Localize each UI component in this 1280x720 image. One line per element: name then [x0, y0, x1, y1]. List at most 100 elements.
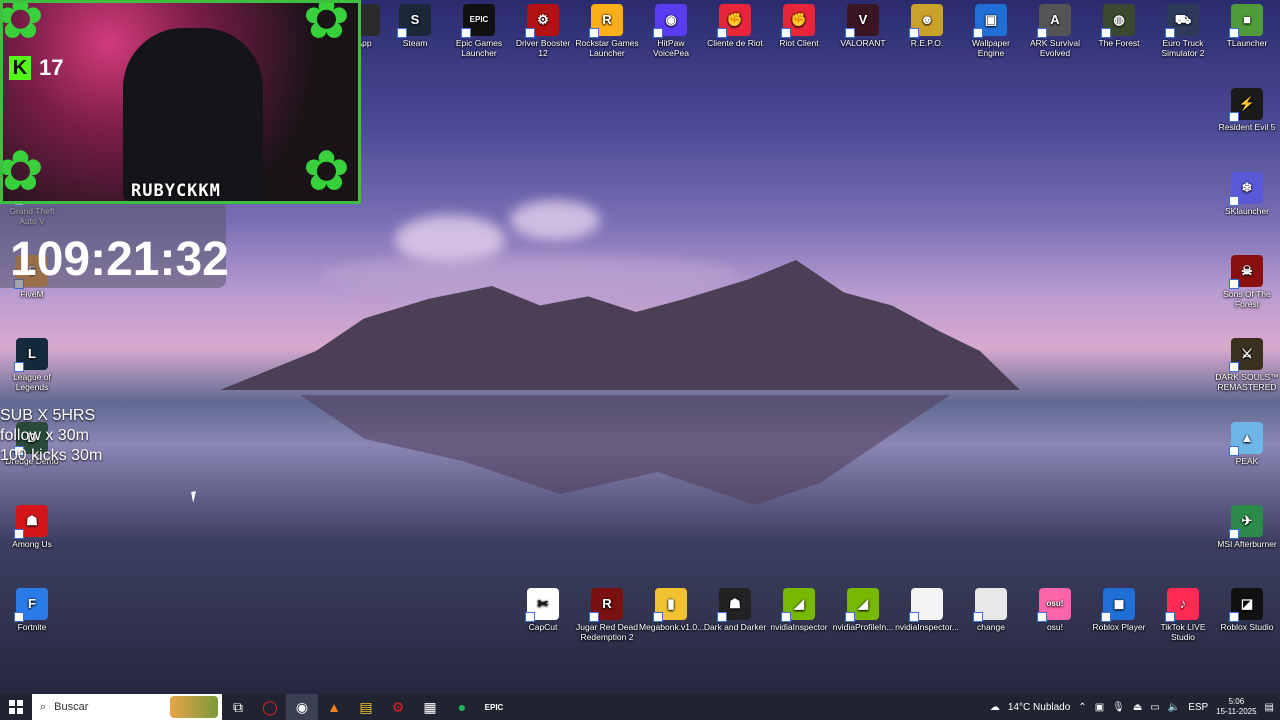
desktop-icon-label: Steam — [402, 38, 428, 48]
kick-count-value: 17 — [39, 55, 64, 80]
desktop-icon-label: TikTok LIVE Studio — [1160, 622, 1206, 642]
peak-icon: ▲ — [1229, 422, 1263, 456]
desktop-icon-roblox-studio[interactable]: ◪ Roblox Studio — [1215, 588, 1279, 632]
task-view-icon[interactable]: ⧉ — [222, 694, 254, 720]
desktop-icon-driver-booster-12[interactable]: ⚙ Driver Booster 12 — [511, 4, 575, 58]
desktop-icon-label: nvidiaInspector... — [895, 622, 959, 632]
webcam-overlay: ✿ ✿ ✿ ✿ K 17 RUBYCKKM — [0, 0, 361, 204]
desktop-icon-label: Fortnite — [17, 622, 47, 632]
streamer-silhouette — [123, 28, 263, 201]
desktop-icon-msi-afterburner[interactable]: ✈ MSI Afterburner — [1215, 505, 1279, 549]
desktop-icon-the-forest[interactable]: ◍ The Forest — [1087, 4, 1151, 48]
desktop-icon-label: Dark and Darker — [703, 622, 767, 632]
epic-games-icon[interactable]: EPIC — [478, 694, 510, 720]
clock[interactable]: 5:06 15-11-2025 — [1216, 697, 1256, 717]
desktop-icon-capcut[interactable]: ✂ CapCut — [511, 588, 575, 632]
desktop-icon-epic-games-launcher[interactable]: EPIC Epic Games Launcher — [447, 4, 511, 58]
desktop-icon-label: Megabonk.v1.0... — [639, 622, 705, 632]
desktop-icon-cliente-de-riot[interactable]: ✊ Cliente de Riot — [703, 4, 767, 48]
desktop-icon-label: Jugar Red Dead Redemption 2 — [576, 622, 638, 642]
usb-icon[interactable]: ⏏ — [1133, 702, 1142, 713]
desktop-icon-hitpaw-voicepea[interactable]: ◉ HitPaw VoicePea — [639, 4, 703, 58]
desktop-icon-euro-truck-simulator-2[interactable]: ⛟ Euro Truck Simulator 2 — [1151, 4, 1215, 58]
language-indicator[interactable]: ESP — [1188, 702, 1208, 713]
desktop-icon-r-e-p-o[interactable]: ☻ R.E.P.O. — [895, 4, 959, 48]
desktop-icon-among-us[interactable]: ☗ Among Us — [0, 505, 64, 549]
app-a-icon[interactable]: ▲ — [318, 694, 350, 720]
tiktok-live-studio-icon: ♪ — [1165, 588, 1199, 622]
desktop-icon-megabonk-v1-0[interactable]: ▮ Megabonk.v1.0... — [639, 588, 705, 632]
desktop-icon-resident-evil-5[interactable]: ⚡ Resident Evil 5 — [1215, 88, 1279, 132]
microphone-icon[interactable]: 🎙 — [1112, 702, 1125, 713]
desktop-icon-nvidiainspector[interactable]: ◢ nvidiaInspector — [767, 588, 831, 632]
msi-afterburner-icon: ✈ — [1229, 505, 1263, 539]
desktop-icon-fortnite[interactable]: F Fortnite — [0, 588, 64, 632]
driver-booster-12-icon: ⚙ — [525, 4, 559, 38]
desktop-icon-change[interactable]: change — [959, 588, 1023, 632]
taskbar: ⌕ Buscar ⧉ ◯ ◉ ▲ ▤ ⚙ ▦ ● EPIC ☁ 14°C Nub… — [0, 694, 1280, 720]
desktop-icon-valorant[interactable]: V VALORANT — [831, 4, 895, 48]
desktop-icon-tlauncher[interactable]: ■ TLauncher — [1215, 4, 1279, 48]
kick-viewer-count: K 17 — [9, 55, 63, 81]
desktop-icon-label: Epic Games Launcher — [455, 38, 503, 58]
desktop: App S Steam EPIC Epic Games Launcher ⚙ Driver … — [0, 0, 1280, 694]
r-e-p-o-icon: ☻ — [909, 4, 943, 38]
start-button[interactable] — [0, 694, 32, 720]
desktop-icon-sklauncher[interactable]: ❄ SKlauncher — [1215, 172, 1279, 216]
resident-evil-5-icon: ⚡ — [1229, 88, 1263, 122]
obs-icon[interactable]: ◉ — [286, 694, 318, 720]
search-placeholder: Buscar — [54, 701, 89, 713]
system-tray: ☁ 14°C Nublado ⌃ ▣ 🎙 ⏏ ▭ 🔈 ESP 5:06 15-1… — [990, 694, 1280, 720]
desktop-icon-nvidiaprofilein[interactable]: ◢ nvidiaProfileIn... — [831, 588, 895, 632]
roblox-studio-icon: ◪ — [1229, 588, 1263, 622]
leaf-icon: ✿ — [0, 139, 44, 202]
desktop-icon-dark-souls-remastered[interactable]: ⚔ DARK SOULS™ REMASTERED — [1215, 338, 1279, 392]
ark-survival-evolved-icon: A — [1037, 4, 1071, 38]
desktop-icon-label: SKlauncher — [1225, 206, 1269, 216]
windows-logo-icon — [9, 700, 23, 714]
subathon-goals: SUB X 5HRS follow x 30m 100 kicks 30m — [0, 406, 102, 466]
desktop-icon-riot-client[interactable]: ✊ Riot Client — [767, 4, 831, 48]
desktop-icon-label: Euro Truck Simulator 2 — [1161, 38, 1205, 58]
desktop-icon-tiktok-live-studio[interactable]: ♪ TikTok LIVE Studio — [1151, 588, 1215, 642]
cloud — [320, 255, 740, 295]
desktop-icon-label: The Forest — [1098, 38, 1140, 48]
desktop-icon-label: Wallpaper Engine — [972, 38, 1010, 58]
taskbar-search[interactable]: ⌕ Buscar — [32, 694, 222, 720]
spotify-icon[interactable]: ● — [446, 694, 478, 720]
desktop-icon-label: Among Us — [12, 539, 52, 549]
desktop-icon-steam[interactable]: S Steam — [383, 4, 447, 48]
desktop-icon-sons-of-the-forest[interactable]: ☠ Sons Of The Forest — [1215, 255, 1279, 309]
desktop-icon-jugar-red-dead-redemption-2[interactable]: R Jugar Red Dead Redemption 2 — [575, 588, 639, 642]
chevron-up-icon[interactable]: ⌃ — [1078, 702, 1086, 713]
among-us-icon: ☗ — [14, 505, 48, 539]
riot-client-icon: ✊ — [781, 4, 815, 38]
desktop-icon-ark-survival-evolved[interactable]: A ARK Survival Evolved — [1023, 4, 1087, 58]
desktop-icon-nvidiainspector[interactable]: nvidiaInspector... — [895, 588, 959, 632]
network-icon[interactable]: ▭ — [1150, 702, 1159, 713]
microsoft-store-icon[interactable]: ▦ — [414, 694, 446, 720]
desktop-icon-label: DARK SOULS™ REMASTERED — [1215, 372, 1279, 392]
file-explorer-icon[interactable]: ▤ — [350, 694, 382, 720]
driver-booster-icon[interactable]: ⚙ — [382, 694, 414, 720]
desktop-icon-osu[interactable]: osu! osu! — [1023, 588, 1087, 632]
dark-and-darker-icon: ☗ — [717, 588, 751, 622]
desktop-icon-roblox-player[interactable]: ◼ Roblox Player — [1087, 588, 1151, 632]
tlauncher-icon: ■ — [1229, 4, 1263, 38]
desktop-icon-label: HitPaw VoicePea — [653, 38, 689, 58]
tray-app-icon[interactable]: ▣ — [1095, 702, 1104, 713]
weather-text[interactable]: 14°C Nublado — [1008, 702, 1070, 713]
desktop-icon-rockstar-games-launcher[interactable]: R Rockstar Games Launcher — [575, 4, 639, 58]
desktop-icon-wallpaper-engine[interactable]: ▣ Wallpaper Engine — [959, 4, 1023, 58]
desktop-icon-peak[interactable]: ▲ PEAK — [1215, 422, 1279, 466]
streamer-name: RUBYCKKM — [131, 181, 221, 201]
league-of-legends-icon: L — [14, 338, 48, 372]
nvidiainspector-icon — [909, 588, 943, 622]
sons-of-the-forest-icon: ☠ — [1229, 255, 1263, 289]
desktop-icon-league-of-legends[interactable]: L League of Legends — [0, 338, 64, 392]
nvidiainspector-icon: ◢ — [781, 588, 815, 622]
desktop-icon-dark-and-darker[interactable]: ☗ Dark and Darker — [703, 588, 767, 632]
notifications-icon[interactable]: ▤ — [1265, 702, 1274, 713]
opera-gx-icon[interactable]: ◯ — [254, 694, 286, 720]
volume-icon[interactable]: 🔈 — [1168, 702, 1180, 713]
